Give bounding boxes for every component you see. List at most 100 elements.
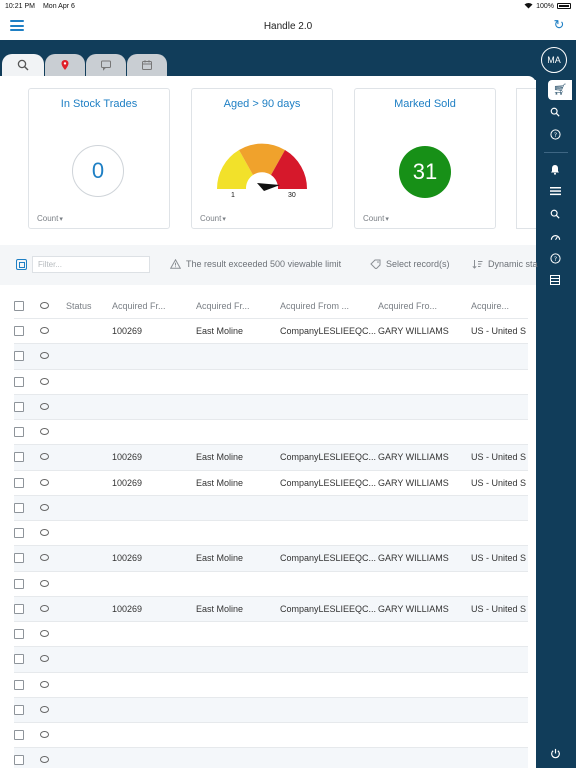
select-all-checkbox[interactable]	[14, 300, 24, 311]
row-checkbox[interactable]	[14, 654, 24, 665]
comment-icon[interactable]	[40, 731, 49, 739]
comment-icon[interactable]	[40, 529, 49, 537]
kpi-card-in-stock[interactable]: In Stock Trades 0 Count	[28, 88, 170, 229]
comment-icon[interactable]	[40, 756, 49, 764]
table-row[interactable]	[14, 572, 528, 597]
row-checkbox[interactable]	[14, 376, 24, 387]
table-row[interactable]	[14, 394, 528, 420]
power-icon[interactable]	[549, 748, 561, 760]
column-header[interactable]: Acquired Fr...	[196, 301, 280, 311]
table-row[interactable]: 100269 East Moline CompanyLESLIEEQC... GARY…	[14, 596, 528, 622]
limit-warning: The result exceeded 500 viewable limit	[170, 259, 341, 269]
card-count-dropdown[interactable]: Count	[363, 214, 389, 223]
comment-icon[interactable]	[40, 402, 49, 410]
row-checkbox[interactable]	[14, 326, 24, 337]
search-icon[interactable]	[549, 209, 561, 221]
row-checkbox[interactable]	[14, 629, 24, 640]
row-checkbox[interactable]	[14, 452, 24, 463]
comment-icon[interactable]	[40, 478, 49, 486]
tab-search[interactable]	[2, 54, 44, 76]
table-row[interactable]: 100269 East Moline CompanyLESLIEEQC... GARY…	[14, 471, 528, 496]
column-header[interactable]: Acquire...	[471, 301, 528, 311]
column-header[interactable]: Acquired From ...	[280, 301, 378, 311]
comment-icon[interactable]	[40, 503, 49, 511]
column-header[interactable]: Status	[66, 301, 112, 311]
row-select-cell	[14, 477, 40, 488]
row-select-cell	[14, 376, 40, 387]
help-icon[interactable]: ?	[549, 253, 561, 265]
cart-icon[interactable]: 🛒︎	[548, 80, 572, 100]
table-row[interactable]	[14, 420, 528, 446]
comment-icon[interactable]	[40, 453, 49, 461]
table-row[interactable]	[14, 723, 528, 749]
row-checkbox[interactable]	[14, 578, 24, 589]
tab-messages[interactable]	[86, 54, 126, 76]
row-checkbox[interactable]	[14, 401, 24, 412]
table-row[interactable]	[14, 495, 528, 521]
gauge-icon[interactable]	[549, 232, 561, 244]
dynamic-status-button[interactable]: Dynamic sta	[472, 259, 538, 269]
kpi-card-marked-sold[interactable]: Marked Sold 31 Count	[354, 88, 496, 229]
row-comment-cell	[40, 427, 66, 437]
select-records-button[interactable]: Select record(s)	[370, 259, 450, 269]
row-checkbox[interactable]	[14, 755, 24, 766]
row-checkbox[interactable]	[14, 351, 24, 362]
row-checkbox[interactable]	[14, 603, 24, 614]
table-row[interactable]	[14, 748, 528, 768]
refresh-icon[interactable]: ↻	[552, 18, 566, 32]
comment-icon[interactable]	[40, 377, 49, 385]
kpi-card-aged[interactable]: Aged > 90 days 1 30 Count	[191, 88, 333, 229]
table-row[interactable]: 100269 East Moline CompanyLESLIEEQC... GARY…	[14, 319, 528, 345]
row-select-cell	[14, 502, 40, 513]
help-icon[interactable]: ?	[549, 129, 561, 141]
bell-icon[interactable]	[549, 164, 561, 176]
table-cell: GARY WILLIAMS	[378, 603, 449, 614]
table-row[interactable]: 100269 East Moline CompanyLESLIEEQC... GARY…	[14, 445, 528, 471]
comment-icon[interactable]	[40, 705, 49, 713]
comment-icon[interactable]	[40, 655, 49, 663]
table-cell: CompanyLESLIEEQC...	[280, 452, 377, 463]
row-checkbox[interactable]	[14, 502, 24, 513]
row-checkbox[interactable]	[14, 553, 24, 564]
table-icon[interactable]	[549, 275, 561, 287]
table-row[interactable]	[14, 344, 528, 370]
tab-calendar[interactable]	[127, 54, 167, 76]
menu-icon[interactable]	[10, 20, 24, 31]
search-icon[interactable]	[549, 107, 561, 119]
table-row[interactable]	[14, 521, 528, 547]
column-header[interactable]: Acquired Fro...	[378, 301, 471, 311]
filter-input[interactable]	[32, 256, 150, 273]
comment-icon[interactable]	[40, 604, 49, 612]
comment-icon[interactable]	[40, 327, 49, 335]
comment-icon[interactable]	[40, 428, 49, 436]
comment-icon[interactable]	[40, 579, 49, 587]
table-row[interactable]: 100269 East Moline CompanyLESLIEEQC... GARY…	[14, 546, 528, 572]
row-checkbox[interactable]	[14, 704, 24, 715]
row-comment-cell	[40, 402, 66, 412]
tab-map[interactable]	[45, 54, 85, 76]
avatar[interactable]: MA	[541, 47, 567, 73]
card-count-dropdown[interactable]: Count	[200, 214, 226, 223]
comment-icon[interactable]	[40, 352, 49, 360]
table-cell: GARY WILLIAMS	[378, 477, 449, 488]
table-row[interactable]	[14, 647, 528, 673]
table-row[interactable]	[14, 370, 528, 395]
card-count-dropdown[interactable]: Count	[37, 214, 63, 223]
table-row[interactable]	[14, 622, 528, 648]
list-icon[interactable]	[549, 186, 561, 198]
table-row[interactable]	[14, 673, 528, 698]
table-row[interactable]	[14, 697, 528, 723]
row-checkbox[interactable]	[14, 730, 24, 741]
column-header[interactable]: Acquired Fr...	[112, 301, 196, 311]
row-checkbox[interactable]	[14, 528, 24, 539]
table-header: Status Acquired Fr... Acquired Fr... Acq…	[14, 293, 528, 319]
row-select-cell	[14, 654, 40, 665]
comment-icon[interactable]	[40, 630, 49, 638]
filter-icon[interactable]	[16, 259, 27, 270]
comment-icon[interactable]	[40, 554, 49, 562]
row-checkbox[interactable]	[14, 427, 24, 438]
comment-icon[interactable]	[40, 680, 49, 688]
row-checkbox[interactable]	[14, 679, 24, 690]
kpi-card-partial[interactable]	[516, 88, 536, 229]
row-checkbox[interactable]	[14, 477, 24, 488]
